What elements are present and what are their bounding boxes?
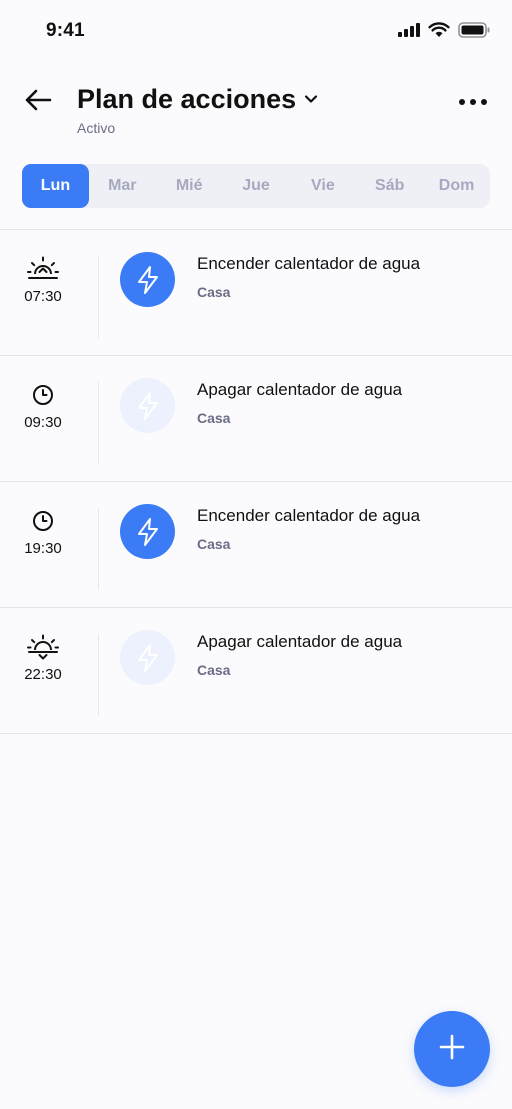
action-location: Casa (197, 410, 231, 426)
more-options-button[interactable] (456, 88, 490, 116)
more-horizontal-icon-dot (470, 99, 476, 105)
wifi-icon (428, 22, 450, 38)
time-column: 09:30 (0, 382, 86, 431)
tab-day-2[interactable]: Mié (156, 164, 223, 208)
time-column: 19:30 (0, 508, 86, 557)
status-time: 9:41 (46, 20, 85, 41)
screen: 9:41 Plan de acciones Activo Lun Mar Mié… (0, 0, 512, 1109)
tab-day-1[interactable]: Mar (89, 164, 156, 208)
action-title: Apagar calentador de agua (197, 632, 403, 651)
sunrise-icon (26, 256, 60, 282)
tab-day-6[interactable]: Dom (423, 164, 490, 208)
action-location: Casa (197, 284, 231, 300)
page-title: Plan de acciones (77, 84, 297, 114)
lightning-icon (137, 265, 158, 294)
plus-icon (439, 1034, 465, 1065)
action-status-icon (120, 252, 175, 307)
header: Plan de acciones Activo (0, 80, 512, 150)
action-status-icon (120, 504, 175, 559)
action-title: Encender calentador de agua (197, 254, 421, 273)
tab-day-4[interactable]: Vie (289, 164, 356, 208)
action-status-icon (120, 630, 175, 685)
signal-icon (398, 23, 420, 37)
more-horizontal-icon-dot (481, 99, 487, 105)
time-label: 19:30 (24, 540, 62, 557)
divider (98, 256, 99, 338)
time-label: 22:30 (24, 666, 62, 683)
tab-day-3[interactable]: Jue (223, 164, 290, 208)
tab-day-5[interactable]: Sáb (356, 164, 423, 208)
plan-selector[interactable]: Plan de acciones (77, 84, 318, 115)
day-tabs: Lun Mar Mié Jue Vie Sáb Dom (22, 164, 490, 208)
status-icons (398, 22, 490, 38)
battery-icon (458, 22, 490, 38)
back-button[interactable] (22, 86, 54, 118)
status-bar: 9:41 (0, 0, 512, 64)
action-location: Casa (197, 662, 231, 678)
tab-day-0[interactable]: Lun (22, 164, 89, 208)
action-status-icon (120, 378, 175, 433)
schedule-row[interactable]: 22:30 Apagar calentador de agua Casa (0, 608, 512, 734)
arrow-left-icon (24, 88, 52, 117)
action-title: Apagar calentador de agua (197, 380, 403, 399)
schedule-row[interactable]: 09:30 Apagar calentador de agua Casa (0, 356, 512, 482)
chevron-down-icon (304, 91, 318, 109)
lightning-icon (137, 643, 158, 672)
time-column: 22:30 (0, 634, 86, 683)
more-horizontal-icon-dot (459, 99, 465, 105)
clock-icon (26, 508, 60, 534)
plan-status: Activo (77, 120, 116, 136)
schedule-list: 07:30 Encender calentador de agua Casa 0… (0, 229, 512, 734)
divider (98, 634, 99, 716)
schedule-row[interactable]: 07:30 Encender calentador de agua Casa (0, 230, 512, 356)
divider (98, 382, 99, 464)
action-title: Encender calentador de agua (197, 506, 421, 525)
clock-icon (26, 382, 60, 408)
time-label: 07:30 (24, 288, 62, 305)
lightning-icon (137, 391, 158, 420)
action-location: Casa (197, 536, 231, 552)
lightning-icon (137, 517, 158, 546)
add-action-button[interactable] (414, 1011, 490, 1087)
sunset-icon (26, 634, 60, 660)
time-column: 07:30 (0, 256, 86, 305)
time-label: 09:30 (24, 414, 62, 431)
schedule-row[interactable]: 19:30 Encender calentador de agua Casa (0, 482, 512, 608)
divider (98, 508, 99, 590)
